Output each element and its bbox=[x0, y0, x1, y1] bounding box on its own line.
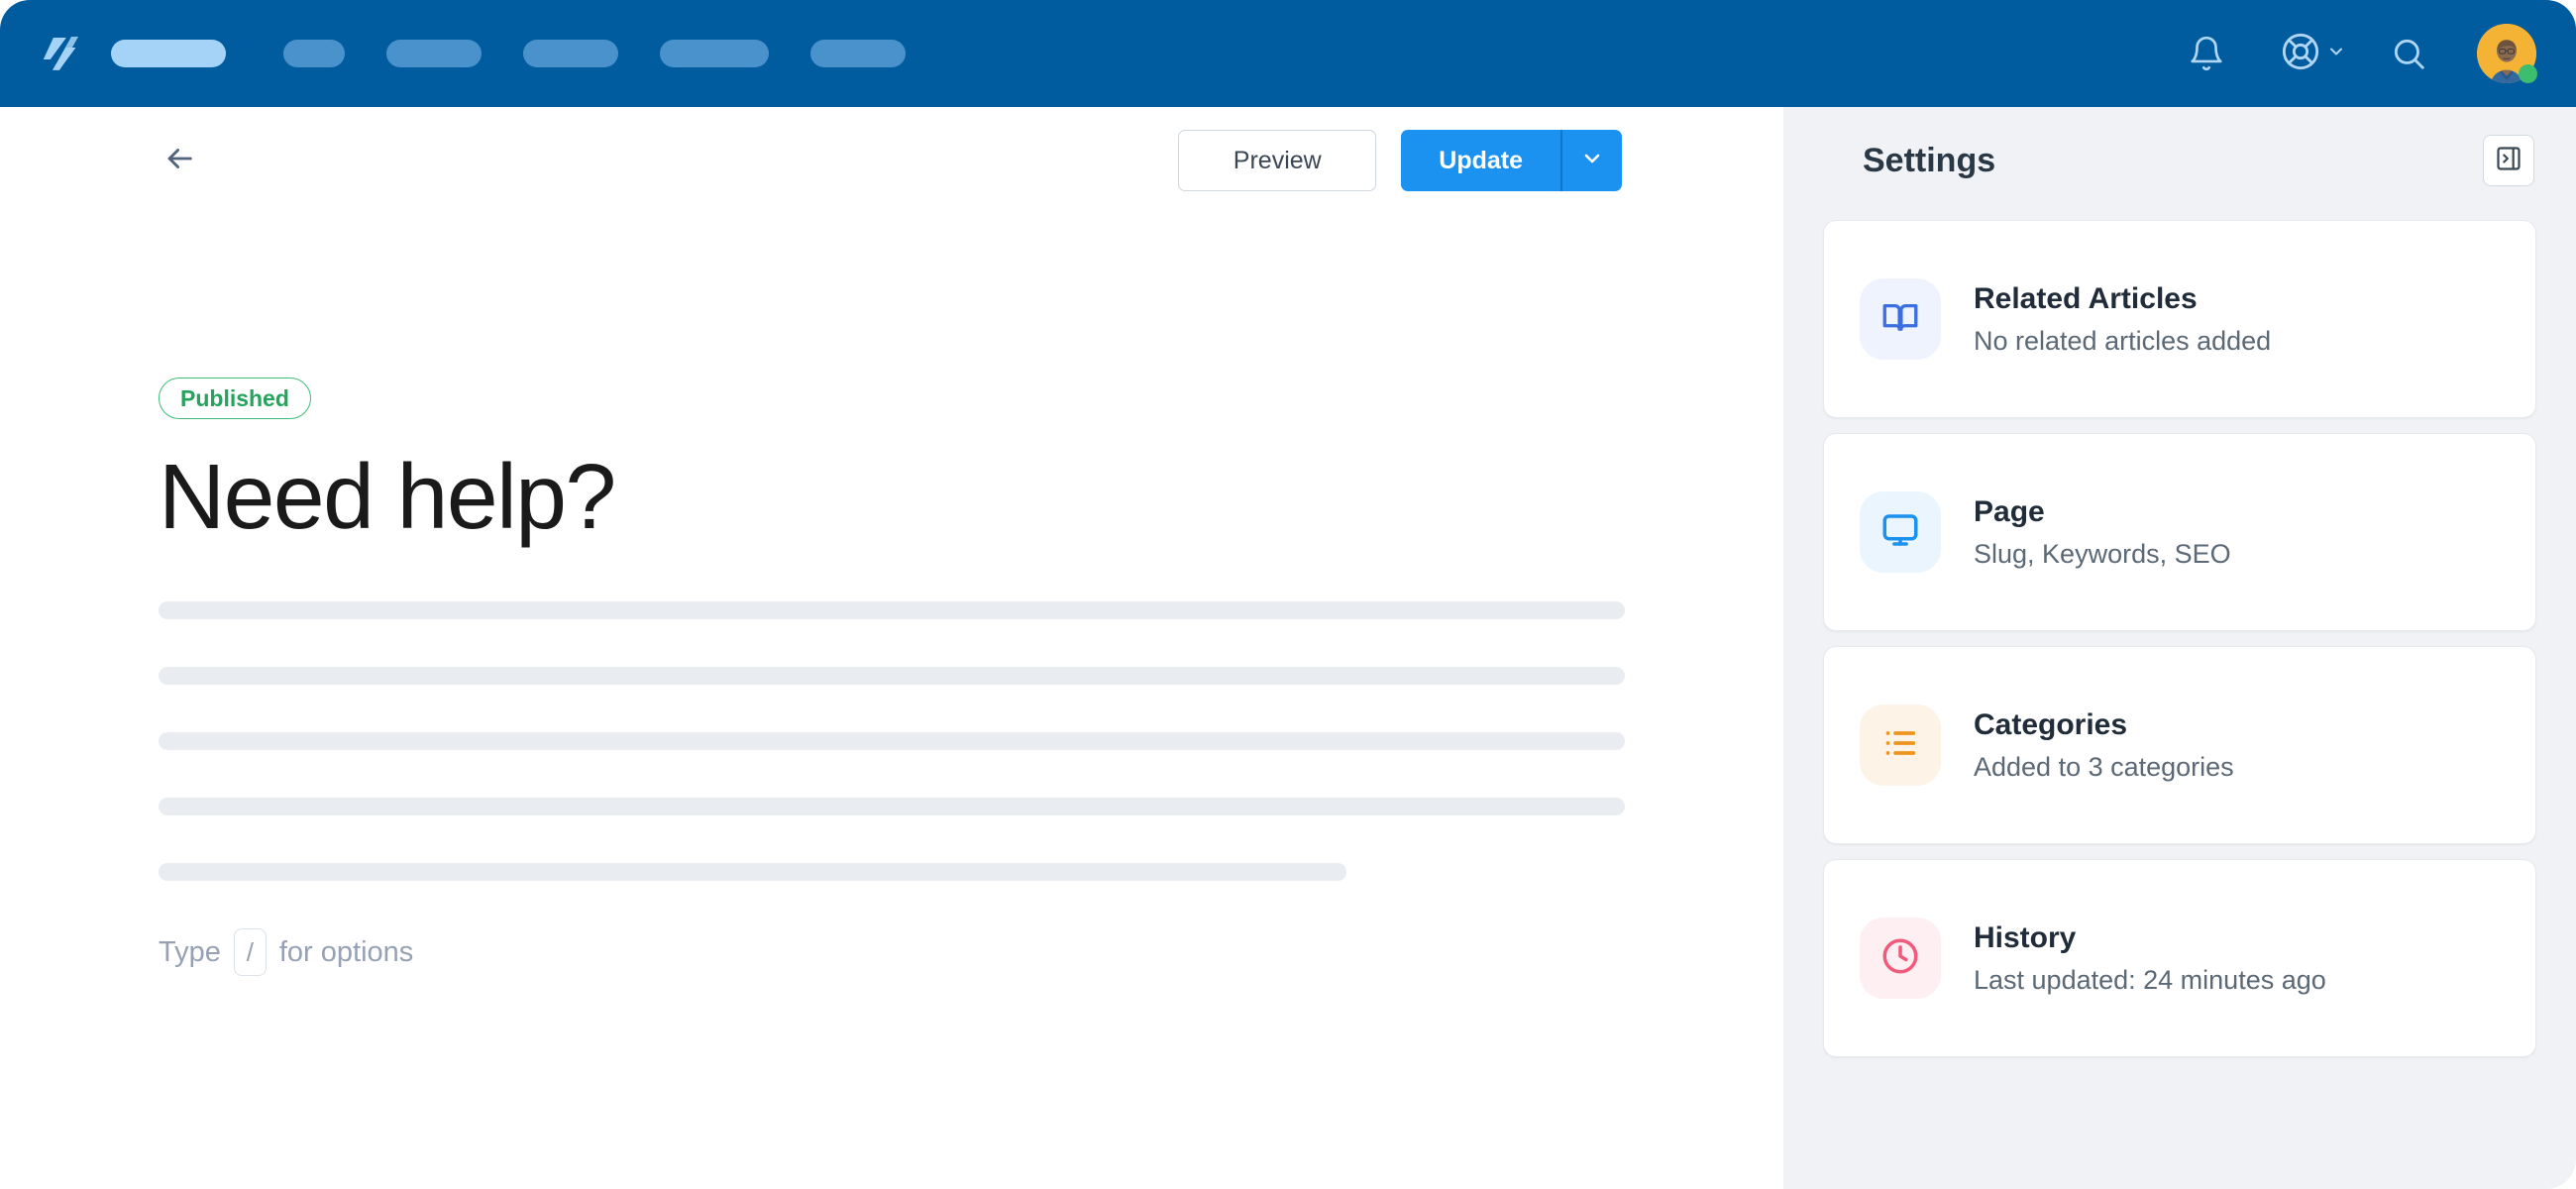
top-navbar bbox=[0, 0, 2576, 107]
skeleton-line bbox=[159, 863, 1346, 882]
online-status-dot bbox=[2519, 64, 2537, 83]
skeleton-line bbox=[159, 601, 1625, 620]
card-subtitle: Last updated: 24 minutes ago bbox=[1974, 964, 2326, 995]
collapse-panel-button[interactable] bbox=[2483, 135, 2534, 186]
list-icon-wrap bbox=[1860, 704, 1941, 786]
notifications-button[interactable] bbox=[2178, 25, 2235, 82]
settings-card-categories[interactable]: Categories Added to 3 categories bbox=[1823, 646, 2536, 844]
card-text: Categories Added to 3 categories bbox=[1974, 708, 2234, 783]
book-open-icon bbox=[1879, 296, 1921, 343]
help-button[interactable] bbox=[2281, 32, 2346, 76]
avatar[interactable] bbox=[2477, 24, 2537, 83]
article-editor: Preview Update Published Need help? Type… bbox=[0, 107, 1783, 1189]
hint-prefix: Type bbox=[159, 935, 221, 968]
settings-title: Settings bbox=[1863, 141, 1996, 179]
nav-pill-2[interactable] bbox=[283, 40, 345, 67]
nav-pill-active[interactable] bbox=[111, 40, 226, 67]
clock-icon-wrap bbox=[1860, 918, 1941, 999]
lifebuoy-icon bbox=[2281, 32, 2320, 76]
helpscout-logo[interactable] bbox=[38, 30, 85, 77]
settings-card-related-articles[interactable]: Related Articles No related articles add… bbox=[1823, 220, 2536, 418]
card-subtitle: No related articles added bbox=[1974, 325, 2272, 356]
editor-body: Published Need help? Type / for options bbox=[0, 214, 1783, 977]
nav-pill-5[interactable] bbox=[660, 40, 769, 67]
card-subtitle: Slug, Keywords, SEO bbox=[1974, 538, 2231, 569]
preview-button[interactable]: Preview bbox=[1178, 130, 1377, 191]
update-dropdown-button[interactable] bbox=[1560, 130, 1622, 191]
card-title: History bbox=[1974, 920, 2077, 954]
update-button-group: Update bbox=[1401, 130, 1622, 191]
card-text: Related Articles No related articles add… bbox=[1974, 282, 2271, 357]
card-title: Related Articles bbox=[1974, 281, 2198, 315]
nav-pill-4[interactable] bbox=[523, 40, 618, 67]
search-button[interactable] bbox=[2380, 25, 2437, 82]
settings-card-page[interactable]: Page Slug, Keywords, SEO bbox=[1823, 433, 2536, 631]
settings-card-list: Related Articles No related articles add… bbox=[1823, 220, 2536, 1057]
app-window: Preview Update Published Need help? Type… bbox=[0, 0, 2576, 1189]
monitor-icon-wrap bbox=[1860, 491, 1941, 573]
book-open-icon-wrap bbox=[1860, 278, 1941, 360]
skeleton-line bbox=[159, 667, 1625, 686]
content-skeleton[interactable] bbox=[159, 601, 1625, 882]
skeleton-line bbox=[159, 732, 1625, 751]
card-text: Page Slug, Keywords, SEO bbox=[1974, 495, 2231, 570]
slash-command-hint[interactable]: Type / for options bbox=[159, 928, 1625, 977]
clock-icon bbox=[1879, 935, 1921, 982]
page-title[interactable]: Need help? bbox=[159, 445, 1625, 548]
card-title: Categories bbox=[1974, 707, 2128, 741]
update-button[interactable]: Update bbox=[1401, 130, 1560, 191]
nav-pill-6[interactable] bbox=[810, 40, 906, 67]
chevron-down-icon bbox=[2326, 42, 2346, 66]
bell-icon bbox=[2188, 35, 2225, 72]
status-badge: Published bbox=[159, 378, 311, 419]
card-text: History Last updated: 24 minutes ago bbox=[1974, 921, 2326, 996]
chevron-down-icon bbox=[1580, 147, 1604, 175]
editor-toolbar: Preview Update bbox=[0, 107, 1783, 214]
arrow-left-icon bbox=[162, 142, 196, 180]
navbar-actions bbox=[2178, 24, 2537, 83]
settings-panel: Settings Related Articles No related art… bbox=[1783, 107, 2576, 1189]
skeleton-line bbox=[159, 798, 1625, 816]
hint-suffix: for options bbox=[278, 935, 414, 968]
card-title: Page bbox=[1974, 494, 2045, 528]
nav-pill-group bbox=[111, 40, 2178, 67]
panel-collapse-icon bbox=[2495, 145, 2522, 177]
settings-card-history[interactable]: History Last updated: 24 minutes ago bbox=[1823, 859, 2536, 1057]
monitor-icon bbox=[1879, 509, 1921, 556]
search-icon bbox=[2390, 35, 2427, 72]
settings-header: Settings bbox=[1823, 107, 2536, 214]
list-icon bbox=[1880, 723, 1920, 768]
nav-pill-3[interactable] bbox=[386, 40, 482, 67]
slash-key: / bbox=[233, 928, 267, 977]
card-subtitle: Added to 3 categories bbox=[1974, 751, 2234, 782]
back-button[interactable] bbox=[159, 140, 200, 181]
